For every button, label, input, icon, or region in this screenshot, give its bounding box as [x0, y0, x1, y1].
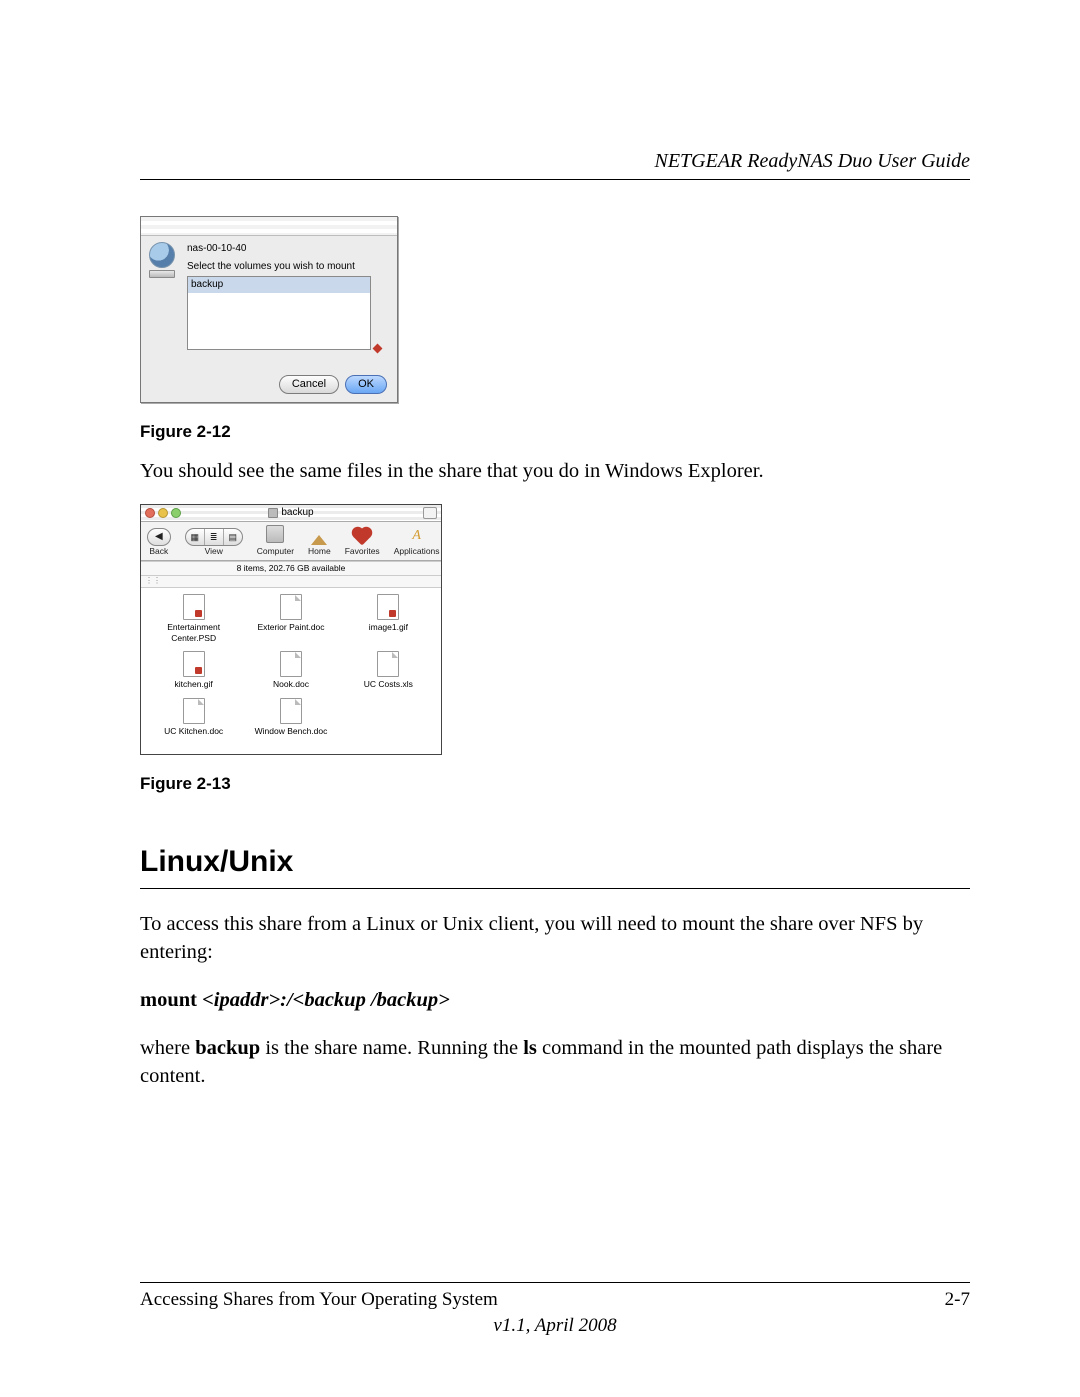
dialog-titlebar: [141, 217, 397, 236]
mount-command: mount <ipaddr>:/<backup /backup>: [140, 987, 970, 1015]
cancel-button[interactable]: Cancel: [279, 375, 339, 394]
file-name: UC Costs.xls: [364, 679, 413, 689]
text-span: is the share name. Running the: [260, 1037, 523, 1059]
footer-rule: [140, 1282, 970, 1283]
file-item[interactable]: Entertainment Center.PSD: [147, 594, 240, 646]
file-name: Nook.doc: [273, 679, 309, 689]
footer-page-number: 2-7: [945, 1289, 970, 1311]
applications-icon[interactable]: A: [412, 528, 421, 543]
finder-status-bar: 8 items, 202.76 GB available: [141, 561, 441, 576]
body-paragraph-3: where backup is the share name. Running …: [140, 1035, 970, 1090]
xls-file-icon: [377, 651, 399, 677]
finder-toolbar: ◀ Back ▦≣▤ View Computer Home Favor: [141, 522, 441, 561]
psd-file-icon: [183, 594, 205, 620]
file-item[interactable]: Nook.doc: [244, 651, 337, 691]
view-label: View: [205, 546, 223, 556]
back-button[interactable]: ◀: [147, 528, 171, 546]
ok-button[interactable]: OK: [345, 375, 387, 394]
header-rule: [140, 179, 970, 180]
volumes-list-item[interactable]: backup: [188, 277, 370, 293]
dialog-host-name: nas-00-10-40: [187, 242, 371, 256]
file-item[interactable]: UC Kitchen.doc: [147, 698, 240, 738]
footer-version: v1.1, April 2008: [140, 1315, 970, 1337]
share-name-bold: backup: [195, 1037, 260, 1059]
body-paragraph-2: To access this share from a Linux or Uni…: [140, 911, 970, 966]
mount-cmd-keyword: mount: [140, 989, 202, 1011]
doc-file-icon: [280, 651, 302, 677]
favorites-label: Favorites: [345, 546, 380, 556]
file-name: Entertainment Center.PSD: [167, 622, 220, 643]
doc-file-icon: [280, 698, 302, 724]
page-footer: Accessing Shares from Your Operating Sys…: [140, 1274, 970, 1337]
file-item[interactable]: UC Costs.xls: [342, 651, 435, 691]
body-paragraph-1: You should see the same files in the sha…: [140, 458, 970, 486]
computer-icon[interactable]: [266, 525, 284, 543]
network-drive-icon: [149, 242, 179, 357]
file-name: UC Kitchen.doc: [164, 726, 223, 736]
doc-file-icon: [183, 698, 205, 724]
file-name: kitchen.gif: [175, 679, 213, 689]
file-item[interactable]: Exterior Paint.doc: [244, 594, 337, 646]
file-name: Exterior Paint.doc: [257, 622, 324, 632]
file-name: image1.gif: [369, 622, 408, 632]
file-item[interactable]: Window Bench.doc: [244, 698, 337, 738]
finder-titlebar: backup: [141, 505, 441, 522]
home-icon[interactable]: [311, 535, 327, 545]
applications-label: Applications: [394, 546, 440, 556]
finder-title: backup: [281, 506, 313, 520]
favorites-icon[interactable]: [354, 528, 371, 545]
section-heading-linux-unix: Linux/Unix: [140, 842, 970, 883]
dialog-prompt: Select the volumes you wish to mount: [187, 260, 371, 274]
figure-2-12-caption: Figure 2-12: [140, 421, 970, 444]
mount-cmd-arg: <ipaddr>:/<backup /backup>: [202, 989, 450, 1011]
text-span: where: [140, 1037, 195, 1059]
view-switcher[interactable]: ▦≣▤: [185, 528, 243, 546]
mac-finder-window: backup ◀ Back ▦≣▤ View Computer: [140, 504, 442, 755]
finder-file-grid: Entertainment Center.PSD Exterior Paint.…: [141, 588, 441, 754]
ls-command-bold: ls: [523, 1037, 537, 1059]
footer-section-title: Accessing Shares from Your Operating Sys…: [140, 1289, 498, 1311]
share-icon: [268, 508, 278, 518]
file-name: Window Bench.doc: [255, 726, 328, 736]
path-bar-handle[interactable]: ⋮⋮: [141, 576, 441, 588]
doc-file-icon: [280, 594, 302, 620]
file-item[interactable]: kitchen.gif: [147, 651, 240, 691]
back-label: Back: [149, 546, 168, 556]
mac-mount-dialog: nas-00-10-40 Select the volumes you wish…: [140, 216, 398, 403]
resize-handle-icon: [373, 344, 383, 354]
figure-2-13-caption: Figure 2-13: [140, 773, 970, 796]
volumes-listbox[interactable]: backup: [187, 276, 371, 350]
file-item[interactable]: image1.gif: [342, 594, 435, 646]
computer-label: Computer: [257, 546, 294, 556]
page-header-title: NETGEAR ReadyNAS Duo User Guide: [140, 150, 970, 173]
gif-file-icon: [183, 651, 205, 677]
gif-file-icon: [377, 594, 399, 620]
section-rule: [140, 888, 970, 889]
home-label: Home: [308, 546, 331, 556]
